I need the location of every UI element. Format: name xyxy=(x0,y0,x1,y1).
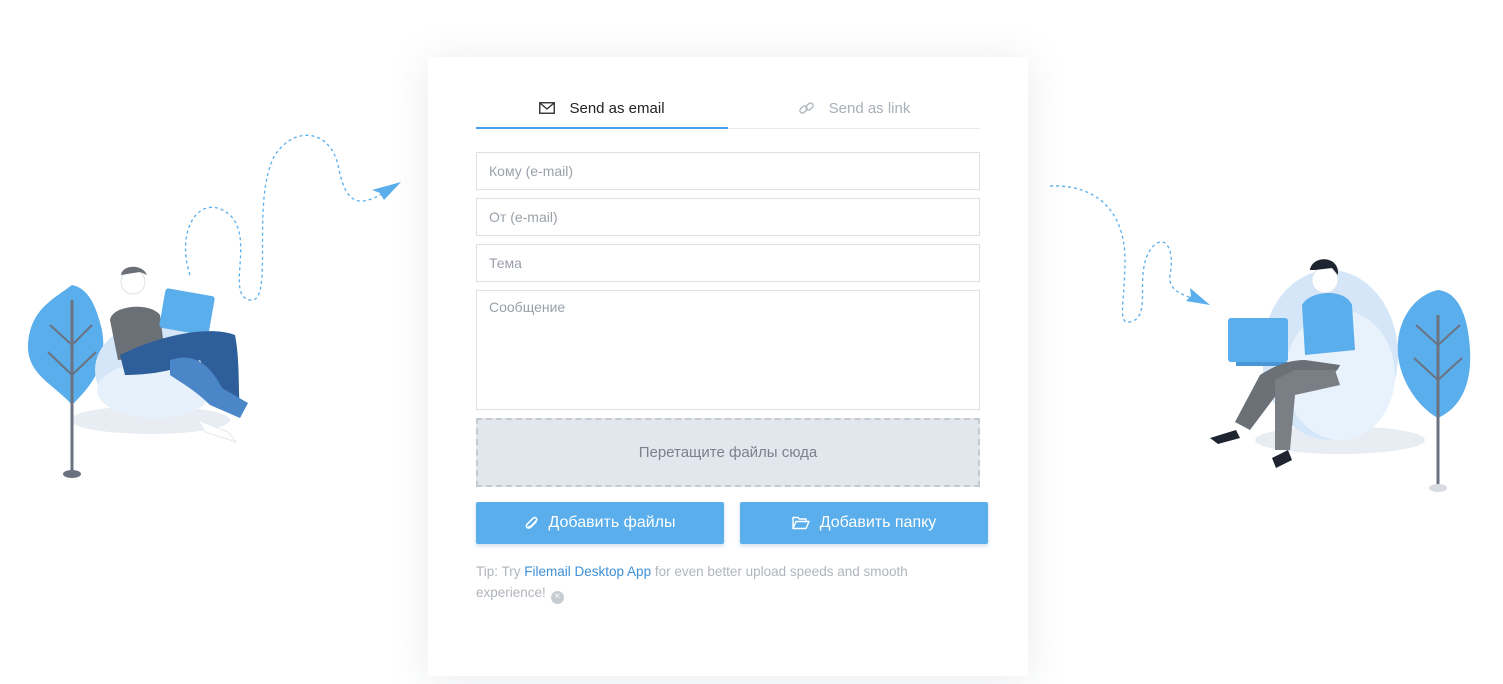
envelope-icon xyxy=(539,102,556,114)
to-email-input[interactable] xyxy=(477,153,979,189)
sender-illustration xyxy=(0,120,420,490)
add-folder-button[interactable]: Добавить папку xyxy=(740,502,988,544)
desktop-app-link[interactable]: Filemail Desktop App xyxy=(524,564,651,579)
add-folder-label: Добавить папку xyxy=(819,514,937,531)
close-tip-icon[interactable]: × xyxy=(550,590,564,604)
desktop-app-tip: Tip: Try Filemail Desktop App for even b… xyxy=(476,561,976,604)
upload-card: Send as email Send as link Перетащите фа… xyxy=(428,57,1028,676)
message-field[interactable] xyxy=(476,290,980,410)
paper-plane-icon xyxy=(1186,288,1210,305)
from-email-field[interactable] xyxy=(476,198,980,236)
tab-label: Send as link xyxy=(828,99,911,117)
link-icon xyxy=(798,100,815,117)
dropzone-label: Перетащите файлы сюда xyxy=(638,444,818,461)
to-email-field[interactable] xyxy=(476,152,980,190)
tab-send-as-email[interactable]: Send as email xyxy=(476,89,728,129)
add-files-button[interactable]: Добавить файлы xyxy=(476,502,724,544)
paperclip-icon xyxy=(525,515,539,531)
subject-field[interactable] xyxy=(476,244,980,282)
message-textarea[interactable] xyxy=(477,291,979,409)
receiver-illustration xyxy=(1040,170,1503,510)
tip-prefix: Tip: Try xyxy=(476,564,525,579)
subject-input[interactable] xyxy=(477,245,979,281)
tab-send-as-link[interactable]: Send as link xyxy=(728,89,980,127)
add-files-label: Добавить файлы xyxy=(548,514,676,531)
tab-label: Send as email xyxy=(569,99,665,117)
from-email-input[interactable] xyxy=(477,199,979,235)
send-mode-tabs: Send as email Send as link xyxy=(476,89,980,129)
open-folder-icon xyxy=(792,516,810,530)
file-dropzone[interactable]: Перетащите файлы сюда xyxy=(476,418,980,487)
